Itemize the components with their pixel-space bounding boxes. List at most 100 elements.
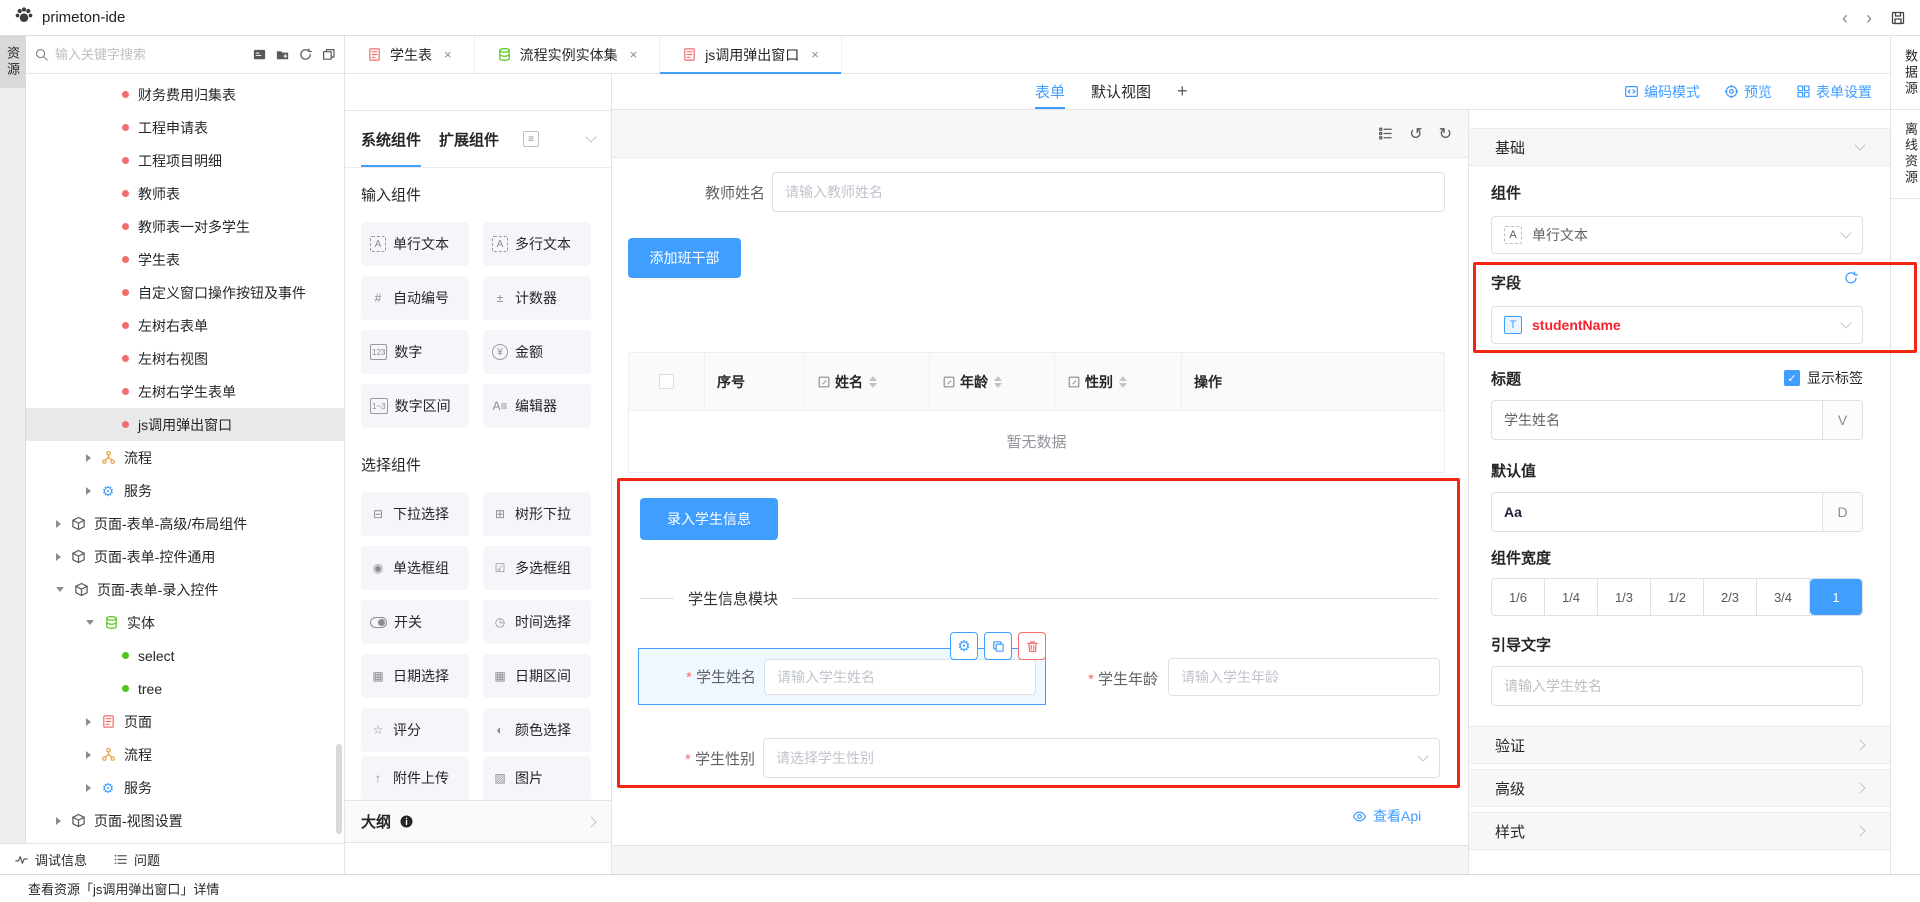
tree-item-1[interactable]: 财务费用归集表 [26, 78, 344, 111]
tree-dropdown-palette-item[interactable]: ⊞树形下拉 [483, 492, 591, 536]
default-value-suffix-button[interactable]: D [1822, 493, 1862, 531]
save-icon[interactable] [1890, 10, 1906, 26]
auto-number-palette-item[interactable]: #自动编号 [361, 276, 469, 320]
tree-item-7[interactable]: 自定义窗口操作按钮及事件 [26, 276, 344, 309]
radio-group-palette-item[interactable]: ◉单选框组 [361, 546, 469, 590]
palette-menu-icon[interactable]: ≡ [523, 131, 539, 147]
date-picker-palette-item[interactable]: ▦日期选择 [361, 654, 469, 698]
tree-item-2[interactable]: 工程申请表 [26, 111, 344, 144]
folder-add-icon[interactable] [275, 47, 290, 62]
select-all-checkbox[interactable] [659, 374, 674, 389]
amount-palette-item[interactable]: ¥金额 [483, 330, 591, 374]
doc-tab-1[interactable]: 学生表× [345, 36, 475, 73]
add-view-button[interactable]: + [1177, 74, 1188, 109]
section-collapsed-3[interactable]: 样式 [1469, 812, 1890, 850]
number-range-palette-item[interactable]: 1~3数字区间 [361, 384, 469, 428]
show-label-checkbox[interactable]: ✓ [1784, 370, 1800, 386]
tree-expander-icon[interactable] [86, 454, 91, 462]
problems-button[interactable]: 问题 [113, 850, 160, 869]
tree-item-8[interactable]: 左树右表单 [26, 309, 344, 342]
palette-tab-1[interactable]: 系统组件 [361, 111, 421, 167]
sort-icon[interactable] [994, 376, 1002, 388]
show-label-option[interactable]: ✓ 显示标签 [1469, 368, 1863, 388]
date-range-palette-item[interactable]: ▦日期区间 [483, 654, 591, 698]
sidebar-scrollbar[interactable] [336, 744, 342, 834]
tree-expander-icon[interactable] [86, 620, 94, 625]
field-settings-button[interactable]: ⚙ [950, 632, 978, 660]
outline-toggle-icon[interactable] [1378, 126, 1393, 141]
title-input[interactable]: 学生姓名 [1492, 401, 1822, 439]
nav-back-icon[interactable]: ‹ [1842, 9, 1848, 27]
rating-palette-item[interactable]: ☆评分 [361, 708, 469, 752]
rail-tab-resources[interactable]: 资源 [0, 36, 26, 88]
tab-close-icon[interactable]: × [811, 47, 819, 62]
width-option-1-3[interactable]: 1/3 [1598, 579, 1651, 615]
color-picker-palette-item[interactable]: ◐颜色选择 [483, 708, 591, 752]
refresh-icon[interactable] [298, 47, 313, 62]
section-collapsed-2[interactable]: 高级 [1469, 769, 1890, 807]
tree-expander-icon[interactable] [86, 487, 91, 495]
image-palette-item[interactable]: ▨图片 [483, 756, 591, 800]
tree-item-17[interactable]: 实体 [26, 606, 344, 639]
field-refresh-icon[interactable] [1843, 270, 1859, 286]
student-age-input[interactable]: 请输入学生年龄 [1168, 658, 1440, 696]
width-option-1[interactable]: 1 [1810, 579, 1862, 615]
checkbox-group-palette-item[interactable]: ☑多选框组 [483, 546, 591, 590]
enter-student-info-button[interactable]: 录入学生信息 [640, 498, 778, 540]
student-gender-select[interactable]: 请选择学生性别 [763, 738, 1440, 778]
code-mode-button[interactable]: 编码模式 [1624, 82, 1700, 102]
add-monitor-button[interactable]: 添加班干部 [628, 238, 741, 278]
tree-item-4[interactable]: 教师表 [26, 177, 344, 210]
outline-bar[interactable]: 大纲 [345, 800, 611, 843]
preview-button[interactable]: 预览 [1724, 82, 1772, 102]
debug-info-button[interactable]: 调试信息 [14, 850, 87, 869]
rail-tab-1[interactable]: 数据源 [1891, 37, 1920, 110]
tab-form[interactable]: 表单 [1035, 74, 1065, 109]
dropdown-select-palette-item[interactable]: ⊟下拉选择 [361, 492, 469, 536]
width-option-2-3[interactable]: 2/3 [1704, 579, 1757, 615]
chevron-down-icon[interactable] [585, 131, 596, 142]
tree-item-9[interactable]: 左树右视图 [26, 342, 344, 375]
nav-forward-icon[interactable]: › [1866, 9, 1872, 27]
tree-item-5[interactable]: 教师表一对多学生 [26, 210, 344, 243]
tree-item-21[interactable]: 流程 [26, 738, 344, 771]
number-palette-item[interactable]: 123数字 [361, 330, 469, 374]
tree-expander-icon[interactable] [56, 817, 61, 825]
view-api-link[interactable]: 查看Api [1352, 806, 1421, 826]
field-delete-button[interactable] [1018, 632, 1046, 660]
multi-line-text-palette-item[interactable]: A多行文本 [483, 222, 591, 266]
student-name-input[interactable]: 请输入学生姓名 [764, 659, 1036, 695]
field-copy-button[interactable] [984, 632, 1012, 660]
title-suffix-button[interactable]: V [1822, 401, 1862, 439]
width-option-1-6[interactable]: 1/6 [1492, 579, 1545, 615]
default-value-input[interactable]: Aa [1492, 493, 1822, 531]
sort-icon[interactable] [1119, 376, 1127, 388]
section-collapsed-1[interactable]: 验证 [1469, 726, 1890, 764]
tab-close-icon[interactable]: × [444, 47, 452, 62]
tree-expander-icon[interactable] [86, 751, 91, 759]
width-option-1-4[interactable]: 1/4 [1545, 579, 1598, 615]
image-export-icon[interactable] [252, 47, 267, 62]
tree-item-3[interactable]: 工程项目明细 [26, 144, 344, 177]
section-basic[interactable]: 基础 [1469, 128, 1890, 166]
field-select[interactable]: T studentName [1491, 306, 1863, 344]
switch-palette-item[interactable]: 开关 [361, 600, 469, 644]
doc-tab-3[interactable]: js调用弹出窗口× [660, 36, 842, 73]
tree-expander-icon[interactable] [56, 587, 64, 592]
chevron-right-icon[interactable] [585, 816, 596, 827]
tree-item-16[interactable]: 页面-表单-录入控件 [26, 573, 344, 606]
tree-item-10[interactable]: 左树右学生表单 [26, 375, 344, 408]
tree-item-18[interactable]: select [26, 639, 344, 672]
width-option-1-2[interactable]: 1/2 [1651, 579, 1704, 615]
rail-tab-2[interactable]: 离线资源 [1891, 110, 1920, 199]
tree-item-22[interactable]: ⚙服务 [26, 771, 344, 804]
tree-item-12[interactable]: 流程 [26, 441, 344, 474]
tree-expander-icon[interactable] [86, 718, 91, 726]
width-option-3-4[interactable]: 3/4 [1757, 579, 1810, 615]
time-picker-palette-item[interactable]: ◷时间选择 [483, 600, 591, 644]
tab-close-icon[interactable]: × [630, 47, 638, 62]
single-line-text-palette-item[interactable]: A单行文本 [361, 222, 469, 266]
tree-item-14[interactable]: 页面-表单-高级/布局组件 [26, 507, 344, 540]
tree-item-11[interactable]: js调用弹出窗口 [26, 408, 344, 441]
sort-icon[interactable] [869, 376, 877, 388]
